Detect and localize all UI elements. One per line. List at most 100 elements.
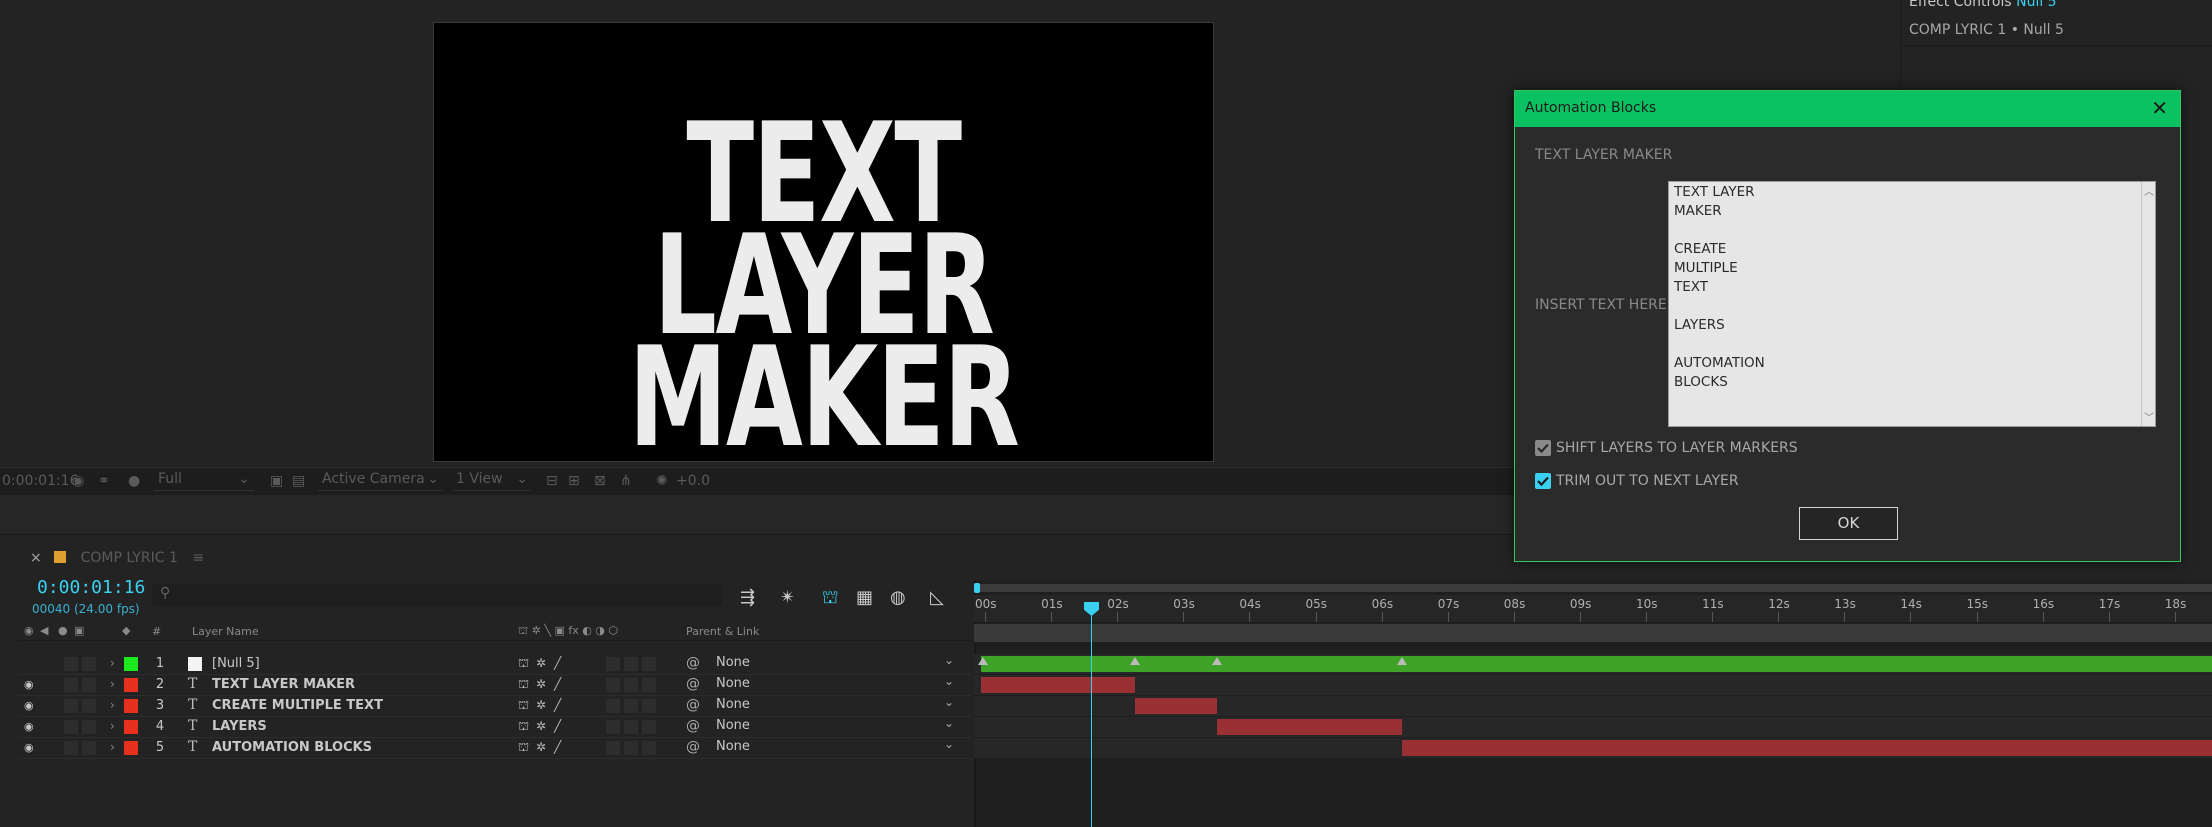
layer-duration-bar[interactable] <box>1135 698 1217 714</box>
eye-icon[interactable]: ◉ <box>24 678 34 691</box>
motion-blur-icon[interactable]: ◍ <box>890 587 906 608</box>
viewer-timecode[interactable]: 0:00:01:16 <box>2 473 79 489</box>
layer-search-input[interactable]: ⚲ <box>152 584 722 606</box>
panel-menu-icon[interactable]: ≡ <box>192 550 204 566</box>
time-navigator-start-handle[interactable] <box>974 583 980 593</box>
collapse-switch-icon[interactable]: ✲ <box>536 740 546 754</box>
views-select[interactable]: 1 View ⌄ <box>452 471 532 491</box>
parent-select[interactable]: None ⌄ <box>710 653 960 673</box>
3d-switch[interactable] <box>642 657 656 671</box>
exposure-icon[interactable]: ✺ <box>656 473 668 489</box>
shift-layers-checkbox[interactable] <box>1535 440 1551 456</box>
lock-switch[interactable] <box>82 699 96 713</box>
comp-flowchart-icon[interactable]: ⇶ <box>740 587 755 608</box>
eye-off-slot[interactable]: ◉ <box>24 657 34 670</box>
3d-switch[interactable] <box>642 699 656 713</box>
shy-switch-icon[interactable]: ⛫ <box>518 719 529 735</box>
graph-editor-icon[interactable]: ◺ <box>930 587 944 608</box>
pick-whip-icon[interactable]: @ <box>686 739 700 755</box>
timeline-tab[interactable]: × COMP LYRIC 1 ≡ <box>30 550 204 566</box>
show-snapshot-icon[interactable]: ⚭ <box>98 473 110 489</box>
composition-canvas[interactable]: TEXT LAYER MAKER <box>433 22 1214 467</box>
label-color-swatch[interactable] <box>124 720 138 734</box>
layer-marker[interactable] <box>978 657 988 665</box>
textarea-scrollbar[interactable] <box>2141 182 2155 426</box>
current-time-indicator[interactable] <box>1091 602 1092 827</box>
transparency-grid-icon[interactable]: ▤ <box>292 473 305 489</box>
roi-icon[interactable]: ▣ <box>270 473 283 489</box>
adjustment-switch[interactable] <box>624 678 638 692</box>
snapshot-icon[interactable]: ◉ <box>72 473 84 489</box>
label-color-swatch[interactable] <box>124 657 138 671</box>
layer-name[interactable]: LAYERS <box>212 719 267 734</box>
layer-marker[interactable] <box>1397 657 1407 665</box>
shy-layers-icon[interactable]: ⛫ <box>822 587 839 611</box>
shy-switch-icon[interactable]: ⛫ <box>518 740 529 756</box>
resolution-select[interactable]: Full ⌄ <box>154 471 254 491</box>
label-color-swatch[interactable] <box>124 741 138 755</box>
motion-blur-switch[interactable] <box>606 741 620 755</box>
pick-whip-icon[interactable]: @ <box>686 655 700 671</box>
ok-button[interactable]: OK <box>1799 507 1898 540</box>
layer-marker[interactable] <box>1130 657 1140 665</box>
solo-switch[interactable] <box>64 741 78 755</box>
collapse-switch-icon[interactable]: ✲ <box>536 719 546 733</box>
exposure-value[interactable]: +0.0 <box>676 473 710 489</box>
chevron-up-icon[interactable]: ︿ <box>2144 183 2154 198</box>
parent-select[interactable]: None ⌄ <box>710 695 960 715</box>
solo-switch[interactable] <box>64 678 78 692</box>
collapse-switch-icon[interactable]: ✲ <box>536 677 546 691</box>
trim-out-label[interactable]: TRIM OUT TO NEXT LAYER <box>1556 473 1739 489</box>
parent-select[interactable]: None ⌄ <box>710 674 960 694</box>
layer-name[interactable]: TEXT LAYER MAKER <box>212 677 355 692</box>
time-navigator[interactable] <box>974 584 2212 592</box>
effect-controls-title[interactable]: Effect Controls Null 5 <box>1909 0 2057 10</box>
solo-switch[interactable] <box>64 720 78 734</box>
adjustment-switch[interactable] <box>624 657 638 671</box>
layer-row[interactable]: ◉ › 2 T TEXT LAYER MAKER ⛫ ✲ ╱ @ None ⌄ <box>18 674 973 696</box>
layer-duration-bar[interactable] <box>981 656 2212 672</box>
parent-select[interactable]: None ⌄ <box>710 716 960 736</box>
quality-switch-icon[interactable]: ╱ <box>554 698 561 712</box>
adjustment-switch[interactable] <box>624 699 638 713</box>
lock-switch[interactable] <box>82 720 96 734</box>
quality-switch-icon[interactable]: ╱ <box>554 740 561 754</box>
lock-switch[interactable] <box>82 657 96 671</box>
camera-select[interactable]: Active Camera ⌄ <box>318 471 443 491</box>
layer-row[interactable]: ◉ › 3 T CREATE MULTIPLE TEXT ⛫ ✲ ╱ @ Non… <box>18 695 973 717</box>
motion-blur-switch[interactable] <box>606 699 620 713</box>
eye-icon[interactable]: ◉ <box>24 699 34 712</box>
chevron-right-icon[interactable]: › <box>110 677 115 691</box>
pick-whip-icon[interactable]: @ <box>686 697 700 713</box>
motion-blur-switch[interactable] <box>606 678 620 692</box>
column-layer-name[interactable]: Layer Name <box>192 625 259 638</box>
dialog-title-bar[interactable]: Automation Blocks ✕ <box>1515 91 2180 127</box>
channel-icon[interactable]: ● <box>128 473 140 489</box>
layer-row[interactable]: ◉ › 5 T AUTOMATION BLOCKS ⛫ ✲ ╱ @ None ⌄ <box>18 737 973 759</box>
pick-whip-icon[interactable]: @ <box>686 676 700 692</box>
time-ruler[interactable] <box>974 595 2212 623</box>
solo-icon[interactable]: ● <box>58 624 68 637</box>
insert-text-textarea[interactable]: TEXT LAYER MAKER CREATE MULTIPLE TEXT LA… <box>1668 181 2156 427</box>
shift-layers-label[interactable]: SHIFT LAYERS TO LAYER MARKERS <box>1556 440 1798 456</box>
adjustment-switch[interactable] <box>624 741 638 755</box>
quality-switch-icon[interactable]: ╱ <box>554 656 561 670</box>
close-icon[interactable]: × <box>30 550 42 566</box>
parent-select[interactable]: None ⌄ <box>710 737 960 757</box>
work-area-bar[interactable] <box>974 624 2212 642</box>
lock-icon[interactable]: ▣ <box>74 624 84 637</box>
shy-switch-icon[interactable]: ⛫ <box>518 656 529 672</box>
collapse-switch-icon[interactable]: ✲ <box>536 656 546 670</box>
motion-blur-switch[interactable] <box>606 720 620 734</box>
motion-blur-switch[interactable] <box>606 657 620 671</box>
chevron-right-icon[interactable]: › <box>110 740 115 754</box>
lock-switch[interactable] <box>82 678 96 692</box>
quality-switch-icon[interactable]: ╱ <box>554 719 561 733</box>
layer-row[interactable]: ◉ › 4 T LAYERS ⛫ ✲ ╱ @ None ⌄ <box>18 716 973 738</box>
close-icon[interactable]: ✕ <box>2151 96 2168 120</box>
lock-switch[interactable] <box>82 741 96 755</box>
layer-name[interactable]: AUTOMATION BLOCKS <box>212 740 372 755</box>
collapse-switch-icon[interactable]: ✲ <box>536 698 546 712</box>
chevron-right-icon[interactable]: › <box>110 719 115 733</box>
layer-marker[interactable] <box>1212 657 1222 665</box>
